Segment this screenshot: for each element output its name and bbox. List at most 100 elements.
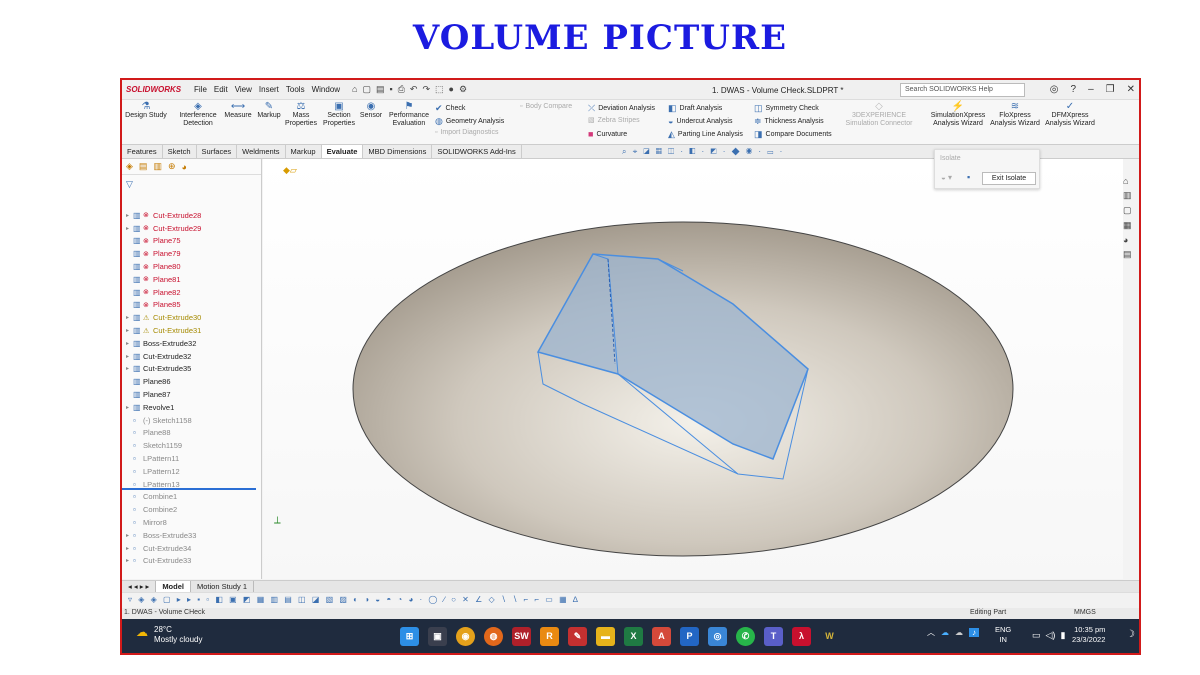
- heads-up-view-toolbar[interactable]: ⌕ ⌖ ◪ ▦ ◫ · ◧ · ◩ · ◆ ◉ · ▭ ·: [622, 147, 784, 157]
- tree-item[interactable]: ▫ (-) Sketch1158: [122, 414, 262, 427]
- tree-item[interactable]: ▫ Sketch1159: [122, 439, 262, 452]
- file-explorer-app-icon[interactable]: ▬: [596, 627, 615, 646]
- tree-item[interactable]: ▫ Mirror8: [122, 516, 262, 529]
- minimize-icon[interactable]: –: [1088, 84, 1094, 95]
- help-search-input[interactable]: Search SOLIDWORKS Help: [900, 83, 1025, 97]
- tree-item[interactable]: ▥ ⊗ Plane85: [122, 299, 262, 312]
- print-icon[interactable]: ⎙: [398, 84, 405, 95]
- 3dexperience-connector-button[interactable]: ◇ 3DEXPERIENCE Simulation Connector: [844, 102, 914, 128]
- pdf-icon[interactable]: λ: [792, 627, 811, 646]
- tab-weldments[interactable]: Weldments: [237, 145, 286, 158]
- expand-arrow-icon[interactable]: ▸: [126, 545, 133, 552]
- start-icon[interactable]: ⊞: [400, 627, 419, 646]
- firefox-icon[interactable]: ◍: [484, 627, 503, 646]
- markup-button[interactable]: ✎ Markup: [254, 102, 284, 120]
- display-manager-icon[interactable]: ◕: [182, 162, 187, 172]
- body-compare-button[interactable]: ▫ Body Compare: [520, 103, 572, 110]
- tree-item[interactable]: ▸ ▫ Cut-Extrude34: [122, 542, 262, 555]
- performance-evaluation-button[interactable]: ⚑ Performance Evaluation: [386, 102, 432, 128]
- interference-detection-button[interactable]: ◈ Interference Detection: [172, 102, 224, 128]
- tree-item[interactable]: ▥ ⊗ Plane75: [122, 235, 262, 248]
- menu-view[interactable]: View: [235, 85, 252, 94]
- menu-tools[interactable]: Tools: [286, 85, 305, 94]
- app-r-icon[interactable]: R: [540, 627, 559, 646]
- tree-item[interactable]: ▸ ▥ ⊗ Cut-Extrude28: [122, 209, 262, 222]
- tree-item[interactable]: ▸ ▥ ⊗ Cut-Extrude29: [122, 222, 262, 235]
- tree-item[interactable]: ▫ Combine2: [122, 503, 262, 516]
- expand-arrow-icon[interactable]: ▸: [126, 404, 133, 411]
- messenger-icon[interactable]: ◎: [708, 627, 727, 646]
- tab-surfaces[interactable]: Surfaces: [197, 145, 238, 158]
- microphone-icon[interactable]: ♪: [969, 628, 979, 637]
- expand-arrow-icon[interactable]: ▸: [126, 327, 133, 334]
- rebuild-icon[interactable]: ●: [449, 84, 454, 95]
- draft-analysis-button[interactable]: ◧ Draft Analysis: [668, 103, 722, 114]
- task-view-icon[interactable]: ▣: [428, 627, 447, 646]
- sensor-button[interactable]: ◉ Sensor: [358, 102, 384, 120]
- nav-arrows[interactable]: ◂ ◂ ▸ ▸: [122, 581, 157, 592]
- property-manager-icon[interactable]: ▤: [139, 161, 148, 172]
- tree-item[interactable]: ▸ ▥ Boss-Extrude32: [122, 337, 262, 350]
- tree-item[interactable]: ▥ ⊗ Plane80: [122, 260, 262, 273]
- tab-solidworks-add-ins[interactable]: SOLIDWORKS Add-Ins: [432, 145, 522, 158]
- display-icon[interactable]: ▭: [1032, 630, 1041, 641]
- new-icon[interactable]: ▢: [362, 84, 371, 95]
- tab-markup[interactable]: Markup: [286, 145, 322, 158]
- language-indicator[interactable]: ENG IN: [995, 625, 1011, 645]
- redo-icon[interactable]: ↷: [422, 84, 430, 95]
- graphics-area[interactable]: ◆▱ ⟂: [263, 159, 1123, 579]
- tree-item[interactable]: ▸ ▫ Cut-Extrude33: [122, 555, 262, 568]
- symmetry-check-button[interactable]: ◫ Symmetry Check: [754, 103, 819, 114]
- section-properties-button[interactable]: ▣ Section Properties: [320, 102, 358, 128]
- undo-icon[interactable]: ↶: [410, 84, 418, 95]
- measure-button[interactable]: ⟷ Measure: [223, 102, 253, 120]
- filter-icon[interactable]: ▽: [126, 179, 133, 190]
- tree-item[interactable]: ▸ ▥ Cut-Extrude35: [122, 363, 262, 376]
- file-explorer-icon[interactable]: ▢: [1123, 205, 1135, 216]
- foxit-icon[interactable]: ✎: [568, 627, 587, 646]
- deviation-analysis-button[interactable]: ⤫ Deviation Analysis: [588, 103, 655, 114]
- menu-edit[interactable]: Edit: [214, 85, 228, 94]
- onedrive-icon[interactable]: ☁: [941, 628, 949, 637]
- tree-item[interactable]: ▸ ▥ Revolve1: [122, 401, 262, 414]
- restore-icon[interactable]: ❐: [1106, 84, 1115, 95]
- tree-item[interactable]: ▸ ▥ Cut-Extrude32: [122, 350, 262, 363]
- undercut-analysis-button[interactable]: ◒ Undercut Analysis: [668, 116, 732, 126]
- tray-chevron-icon[interactable]: ︿: [927, 627, 935, 638]
- user-icon[interactable]: ◎: [1050, 84, 1059, 95]
- design-library-icon[interactable]: ▥: [1123, 190, 1135, 201]
- simulationxpress-button[interactable]: ⚡ SimulationXpress Analysis Wizard: [928, 102, 988, 128]
- parting-line-analysis-button[interactable]: ◭ Parting Line Analysis: [668, 129, 743, 140]
- excel-icon[interactable]: X: [624, 627, 643, 646]
- home-icon[interactable]: ⌂: [352, 84, 357, 95]
- tab-sketch[interactable]: Sketch: [163, 145, 197, 158]
- tab-evaluate[interactable]: Evaluate: [321, 145, 364, 158]
- expand-arrow-icon[interactable]: ▸: [126, 353, 133, 360]
- isolate-display-icon[interactable]: ◒ ▾: [941, 173, 952, 182]
- mass-properties-button[interactable]: ⚖ Mass Properties: [284, 102, 318, 128]
- expand-arrow-icon[interactable]: ▸: [126, 365, 133, 372]
- tree-item[interactable]: ▥ Plane86: [122, 375, 262, 388]
- tree-item[interactable]: ▸ ▫ Boss-Extrude33: [122, 529, 262, 542]
- unit-system[interactable]: MMGS: [1074, 609, 1096, 616]
- curvature-button[interactable]: ■ Curvature: [588, 129, 627, 139]
- sketch-toolbar[interactable]: ▿ ◈ ◈ ▢ ▸ ▸ ▪ ▫ ◧ ▣ ◩ ▦ ▥ ▤ ◫ ◪ ▧ ▨ ◐ ◑ …: [122, 592, 1139, 608]
- cloud-icon[interactable]: ☁: [955, 628, 963, 637]
- menu-window[interactable]: Window: [312, 85, 340, 94]
- tree-item[interactable]: ▫ LPattern11: [122, 452, 262, 465]
- resources-icon[interactable]: ⌂: [1123, 176, 1135, 186]
- appearances-icon[interactable]: ◕: [1123, 235, 1135, 245]
- tree-item[interactable]: ▸ ▥ ⚠ Cut-Extrude31: [122, 324, 262, 337]
- rollback-bar[interactable]: [122, 488, 256, 490]
- menu-insert[interactable]: Insert: [259, 85, 279, 94]
- tab-motion-study[interactable]: Motion Study 1: [191, 581, 255, 592]
- configuration-manager-icon[interactable]: ▥: [153, 161, 162, 172]
- tree-item[interactable]: ▫ Plane88: [122, 427, 262, 440]
- save-icon[interactable]: ▪: [390, 84, 393, 95]
- notification-icon[interactable]: ☽: [1126, 629, 1135, 640]
- tree-item[interactable]: ▫ Combine1: [122, 491, 262, 504]
- floxpress-button[interactable]: ≋ FloXpress Analysis Wizard: [988, 102, 1042, 128]
- whatsapp-icon[interactable]: ✆: [736, 627, 755, 646]
- help-icon[interactable]: ?: [1071, 84, 1077, 95]
- volume-icon[interactable]: ◁): [1046, 630, 1056, 641]
